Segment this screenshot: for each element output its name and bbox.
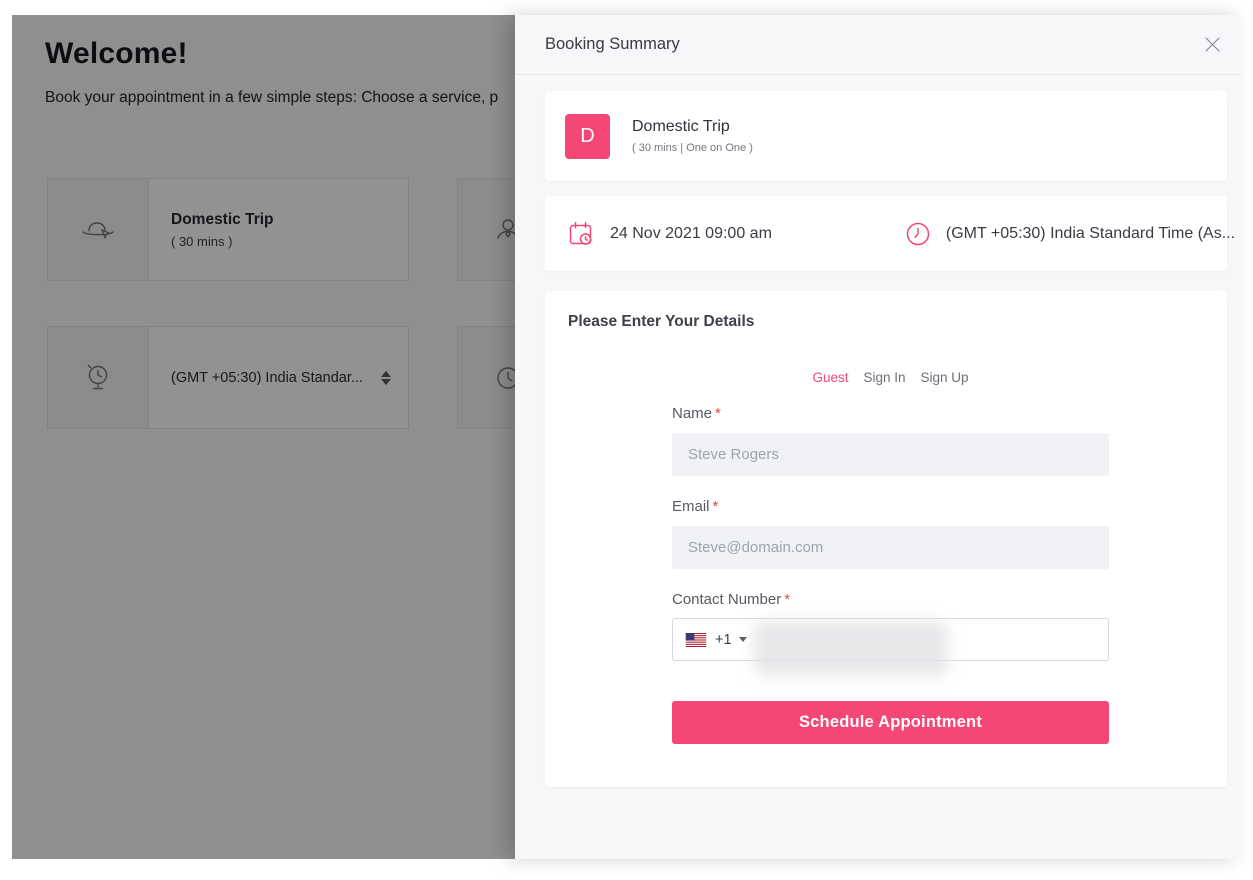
service-card-domestic-trip[interactable]: Domestic Trip ( 30 mins ): [47, 178, 409, 281]
dial-code: +1: [715, 632, 732, 648]
tab-sign-in[interactable]: Sign In: [863, 370, 905, 385]
service-meta: ( 30 mins | One on One ): [632, 142, 753, 154]
service-name: Domestic Trip: [632, 118, 753, 136]
auth-tabs: Guest Sign In Sign Up: [672, 369, 1109, 386]
name-input[interactable]: [672, 433, 1109, 476]
service-name: Domestic Trip: [171, 211, 408, 229]
chevron-down-icon[interactable]: [739, 637, 747, 642]
email-label: Email*: [672, 498, 1109, 516]
details-heading: Please Enter Your Details: [545, 313, 1227, 331]
us-flag-icon: [685, 633, 707, 647]
page-title: Welcome!: [45, 37, 188, 71]
phone-input[interactable]: +1: [672, 618, 1109, 661]
redacted-phone-number: [753, 621, 948, 676]
booking-summary-panel: Booking Summary D Domestic Trip ( 30 min…: [515, 15, 1241, 859]
calendar-clock-icon: [568, 220, 595, 248]
required-asterisk: *: [715, 405, 721, 422]
schedule-appointment-button[interactable]: Schedule Appointment: [672, 701, 1109, 744]
explorer-hat-icon: [48, 179, 149, 280]
selected-datetime: 24 Nov 2021 09:00 am: [610, 225, 772, 243]
timezone-value: (GMT +05:30) India Standar...: [171, 370, 363, 386]
globe-clock-icon: [48, 327, 149, 428]
clock-icon: [905, 221, 931, 247]
updown-arrows-icon: [381, 371, 391, 385]
details-card: Please Enter Your Details Guest Sign In …: [545, 291, 1227, 787]
service-summary-card: D Domestic Trip ( 30 mins | One on One ): [545, 91, 1227, 181]
close-button[interactable]: [1197, 30, 1227, 60]
datetime-summary-card: 24 Nov 2021 09:00 am (GMT +05:30) India …: [545, 196, 1227, 271]
contact-number-label: Contact Number*: [672, 591, 1109, 609]
email-input[interactable]: [672, 526, 1109, 569]
service-initial-badge: D: [565, 114, 610, 159]
welcome-subtitle: Book your appointment in a few simple st…: [45, 89, 498, 107]
booking-form: Guest Sign In Sign Up Name* Email* Conta…: [672, 369, 1109, 744]
service-duration: ( 30 mins ): [171, 234, 408, 249]
required-asterisk: *: [784, 591, 790, 608]
selected-timezone: (GMT +05:30) India Standard Time (As...: [946, 225, 1235, 243]
panel-title: Booking Summary: [545, 35, 680, 54]
timezone-selector[interactable]: (GMT +05:30) India Standar...: [47, 326, 409, 429]
tab-sign-up[interactable]: Sign Up: [921, 370, 969, 385]
panel-header: Booking Summary: [515, 15, 1241, 75]
required-asterisk: *: [713, 498, 719, 515]
tab-guest[interactable]: Guest: [812, 370, 848, 385]
close-icon: [1204, 36, 1221, 53]
name-label: Name*: [672, 405, 1109, 423]
